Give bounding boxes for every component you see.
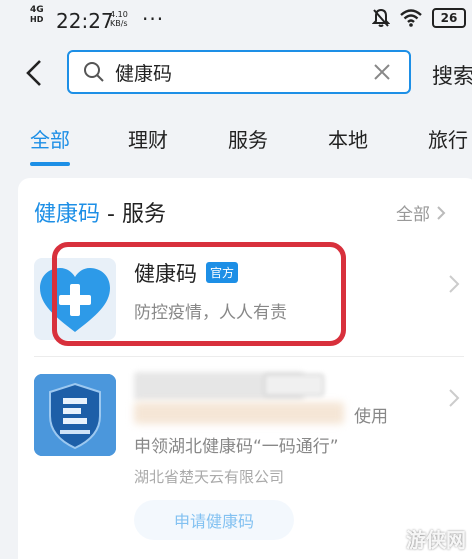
- shield-icon: [34, 374, 116, 456]
- divider: [34, 356, 464, 357]
- result-item-hubei-health-code[interactable]: 使用 申领湖北健康码“一码通行” 湖北省楚天云有限公司 申请健康码: [18, 366, 472, 559]
- section-title: 健康码 - 服务: [34, 202, 166, 227]
- status-bar: 4G HD 22:27 4.10 KB/s ··· 26: [0, 0, 472, 38]
- clear-icon[interactable]: [373, 63, 391, 81]
- tab-services[interactable]: 服务: [228, 124, 268, 153]
- status-time: 22:27: [56, 9, 114, 33]
- hubei-health-code-logo: [34, 374, 116, 456]
- highlight-annotation: [52, 242, 346, 346]
- tab-finance[interactable]: 理财: [128, 124, 168, 153]
- network-speed: 4.10 KB/s: [110, 10, 128, 28]
- search-header: 搜索: [0, 38, 472, 108]
- blurred-usage-line: [134, 402, 344, 424]
- chevron-right-icon: [449, 389, 460, 407]
- search-icon: [84, 62, 104, 82]
- watermark-logo: 游侠网: [406, 528, 466, 552]
- chevron-right-icon: [437, 205, 446, 220]
- tab-local[interactable]: 本地: [328, 124, 368, 153]
- active-tab-indicator: [30, 162, 70, 166]
- battery-icon: 26: [432, 8, 466, 28]
- usage-tail-text: 使用: [354, 407, 388, 427]
- blurred-badge: [264, 374, 324, 396]
- services-card: 健康码 - 服务 全部 健康码 官方 防控疫情，人人有责 使用 申领湖北健康码“…: [18, 178, 472, 559]
- provider-name: 湖北省楚天云有限公司: [134, 468, 285, 486]
- mute-bell-icon: [372, 8, 390, 27]
- wifi-icon: [400, 9, 422, 27]
- tab-travel[interactable]: 旅行: [428, 124, 468, 153]
- view-all-link[interactable]: 全部: [396, 200, 446, 225]
- status-right: 26: [372, 8, 466, 28]
- search-input[interactable]: [115, 58, 365, 86]
- chevron-left-icon: [26, 60, 41, 86]
- search-box[interactable]: [67, 50, 411, 94]
- apply-health-code-button[interactable]: 申请健康码: [134, 500, 294, 540]
- tab-all[interactable]: 全部: [30, 124, 70, 153]
- network-indicator: 4G HD: [30, 5, 44, 25]
- more-notifications-icon: ···: [142, 7, 165, 31]
- result-description: 申领湖北健康码“一码通行”: [134, 437, 339, 457]
- chevron-right-icon: [449, 275, 460, 293]
- category-tabs: 全部 理财 服务 本地 旅行: [0, 108, 472, 170]
- search-button[interactable]: 搜索: [432, 60, 472, 90]
- back-button[interactable]: [18, 56, 50, 90]
